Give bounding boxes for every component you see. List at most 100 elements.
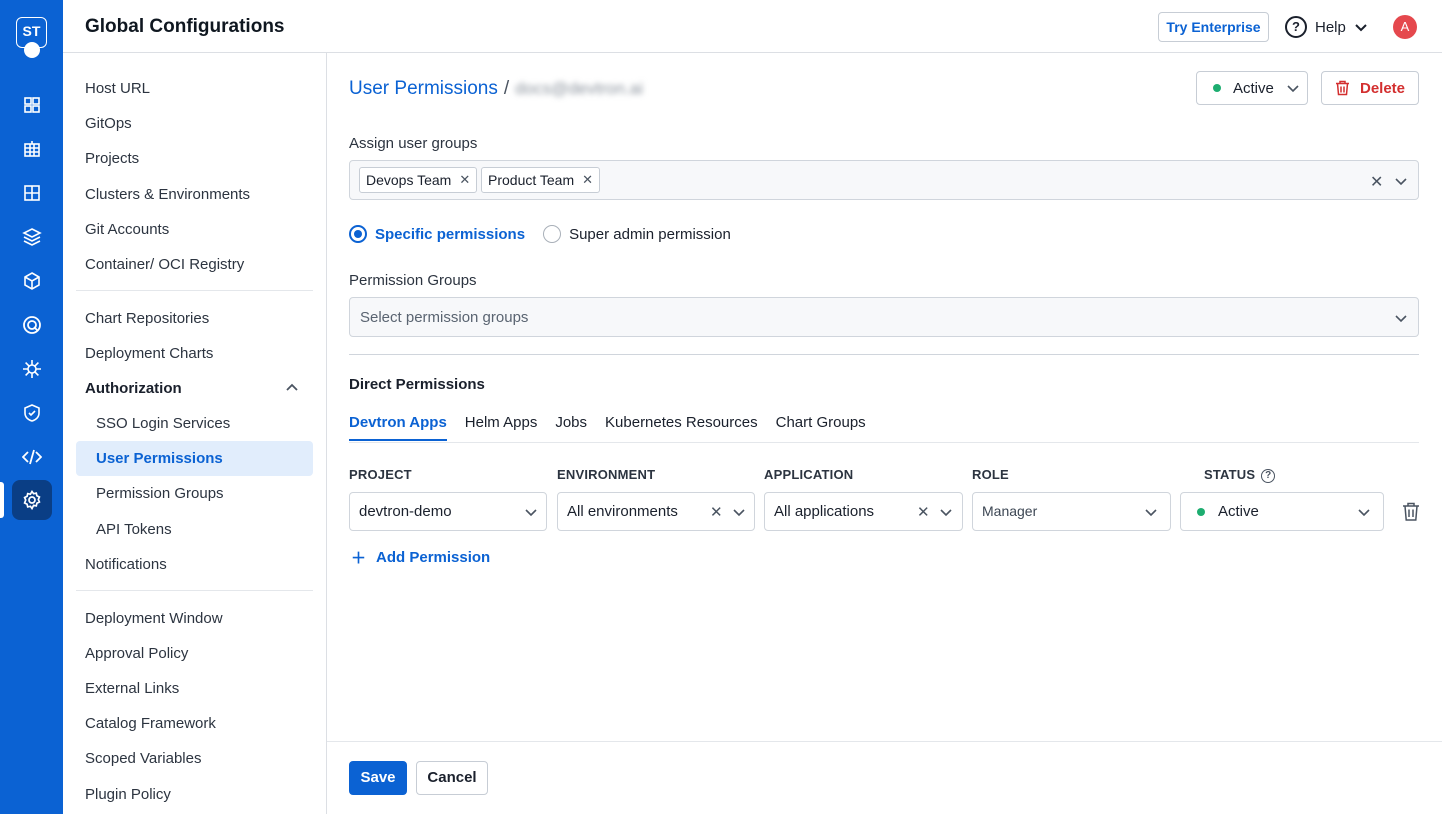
permission-groups-placeholder: Select permission groups	[360, 309, 529, 326]
column-header-status: STATUS?	[1204, 467, 1276, 483]
active-dot-icon	[1197, 508, 1205, 516]
permission-groups-select[interactable]: Select permission groups	[349, 297, 1419, 337]
stack-icon[interactable]	[19, 224, 45, 250]
clear-icon[interactable]: ✕	[917, 503, 930, 521]
column-header-role: ROLE	[972, 467, 1009, 482]
nav-item-deployment-charts[interactable]: Deployment Charts	[85, 345, 213, 362]
main-panel: User Permissions / docs@devtron.ai Activ…	[327, 53, 1442, 814]
chip-remove-icon[interactable]: ✕	[582, 172, 593, 188]
top-header: Global Configurations Try Enterprise ? H…	[63, 0, 1442, 53]
nav-item-clusters[interactable]: Clusters & Environments	[85, 186, 250, 203]
nav-item-gitops[interactable]: GitOps	[85, 115, 132, 132]
code-icon[interactable]	[19, 444, 45, 470]
nav-item-user-permissions[interactable]: User Permissions	[96, 450, 223, 467]
page-title: Global Configurations	[85, 16, 285, 37]
nav-item-permission-groups[interactable]: Permission Groups	[96, 485, 224, 502]
nav-item-sso-login[interactable]: SSO Login Services	[96, 415, 230, 432]
radio-specific-permissions[interactable]: Specific permissions	[349, 225, 525, 243]
logo-badge-icon	[24, 42, 40, 58]
clear-icon[interactable]: ✕	[710, 503, 723, 521]
tab-helm-apps[interactable]: Helm Apps	[465, 414, 538, 441]
breadcrumb-separator: /	[503, 78, 510, 99]
radio-super-admin[interactable]: Super admin permission	[543, 225, 731, 243]
breadcrumb: User Permissions / docs@devtron.ai	[349, 78, 643, 100]
application-dropdown[interactable]: All applications ✕	[764, 492, 963, 531]
overview-icon[interactable]	[19, 92, 45, 118]
apps-icon[interactable]	[19, 136, 45, 162]
nav-item-projects[interactable]: Projects	[85, 150, 139, 167]
nav-item-catalog-framework[interactable]: Catalog Framework	[85, 715, 216, 732]
app-grid-icon[interactable]	[19, 180, 45, 206]
radio-unchecked-icon	[543, 225, 562, 243]
nav-item-plugin-policy[interactable]: Plugin Policy	[85, 786, 171, 803]
nav-item-external-links[interactable]: External Links	[85, 680, 179, 697]
radio-checked-icon	[349, 225, 367, 243]
tab-jobs[interactable]: Jobs	[555, 414, 587, 441]
environment-dropdown[interactable]: All environments ✕	[557, 492, 755, 531]
nav-item-notifications[interactable]: Notifications	[85, 556, 167, 573]
status-dropdown[interactable]: Active	[1180, 492, 1384, 531]
permission-type-radios: Specific permissions Super admin permiss…	[349, 225, 731, 243]
help-menu[interactable]: ? Help	[1285, 14, 1368, 40]
chevron-up-icon[interactable]	[285, 381, 299, 395]
permission-tabs: Devtron Apps Helm Apps Jobs Kubernetes R…	[349, 414, 866, 441]
target-icon[interactable]	[19, 312, 45, 338]
group-chip-label: Product Team	[488, 172, 575, 188]
add-permission-button[interactable]: ＋ Add Permission	[351, 547, 490, 568]
chip-remove-icon[interactable]: ✕	[459, 172, 470, 188]
nav-item-scoped-variables[interactable]: Scoped Variables	[85, 750, 201, 767]
clear-icon[interactable]: ✕	[1370, 172, 1383, 192]
assign-groups-select[interactable]: Devops Team ✕ Product Team ✕ ✕	[349, 160, 1419, 200]
nav-item-api-tokens[interactable]: API Tokens	[96, 521, 172, 538]
shield-check-icon[interactable]	[19, 400, 45, 426]
plus-icon: ＋	[351, 550, 367, 567]
trash-icon[interactable]	[1402, 502, 1420, 522]
delete-button[interactable]: Delete	[1321, 71, 1419, 105]
tab-devtron-apps[interactable]: Devtron Apps	[349, 414, 447, 441]
trash-icon	[1335, 80, 1349, 96]
nav-divider	[76, 590, 313, 591]
chevron-down-icon	[733, 509, 745, 517]
settings-nav: Host URL GitOps Projects Clusters & Envi…	[63, 53, 327, 814]
nav-item-git-accounts[interactable]: Git Accounts	[85, 221, 169, 238]
nav-group-authorization[interactable]: Authorization	[85, 380, 182, 397]
nav-divider	[76, 290, 313, 291]
tab-underline-track	[349, 442, 1419, 443]
role-dropdown[interactable]: Manager	[972, 492, 1171, 531]
rail-active-marker	[0, 482, 4, 518]
chevron-down-icon	[1355, 24, 1367, 32]
tab-chart-groups[interactable]: Chart Groups	[776, 414, 866, 441]
active-dot-icon	[1213, 84, 1221, 92]
cancel-button[interactable]: Cancel	[416, 761, 488, 795]
environment-value: All environments	[567, 503, 678, 520]
chevron-down-icon[interactable]	[1394, 174, 1408, 188]
nav-item-deployment-window[interactable]: Deployment Window	[85, 610, 223, 627]
nav-item-host-url[interactable]: Host URL	[85, 80, 150, 97]
settings-icon[interactable]	[19, 487, 45, 513]
column-header-project: PROJECT	[349, 467, 412, 482]
chevron-down-icon	[1395, 315, 1407, 323]
tab-kubernetes-resources[interactable]: Kubernetes Resources	[605, 414, 758, 441]
chevron-down-icon	[940, 509, 952, 517]
permission-groups-label: Permission Groups	[349, 272, 477, 289]
application-value: All applications	[774, 503, 875, 520]
section-divider	[349, 354, 1419, 355]
group-chip: Product Team ✕	[481, 167, 601, 193]
save-button[interactable]: Save	[349, 761, 407, 795]
help-icon[interactable]: ?	[1261, 468, 1276, 483]
chevron-down-icon	[525, 509, 537, 517]
logo[interactable]: ST	[16, 17, 47, 58]
user-status-value: Active	[1233, 79, 1274, 97]
user-status-dropdown[interactable]: Active	[1196, 71, 1308, 105]
project-dropdown[interactable]: devtron-demo	[349, 492, 547, 531]
cube-icon[interactable]	[19, 268, 45, 294]
helm-icon[interactable]	[19, 356, 45, 382]
avatar[interactable]: A	[1393, 15, 1417, 39]
nav-item-container-registry[interactable]: Container/ OCI Registry	[85, 256, 244, 273]
try-enterprise-button[interactable]: Try Enterprise	[1158, 12, 1269, 42]
nav-item-approval-policy[interactable]: Approval Policy	[85, 645, 188, 662]
nav-item-chart-repositories[interactable]: Chart Repositories	[85, 310, 209, 327]
chevron-down-icon	[1358, 509, 1370, 517]
breadcrumb-root[interactable]: User Permissions	[349, 78, 498, 100]
column-header-environment: ENVIRONMENT	[557, 467, 656, 482]
